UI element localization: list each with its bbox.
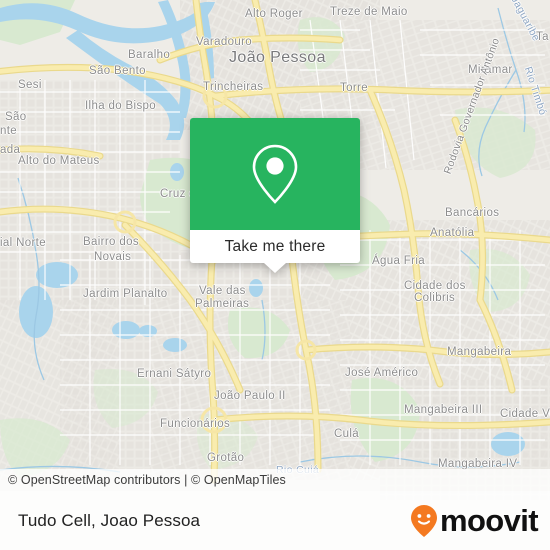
- map-pin-icon: [252, 144, 298, 204]
- moovit-brand[interactable]: moovit: [409, 504, 550, 538]
- map-screen: Alto Roger Treze de Maio Varadouro Baralho J…: [0, 0, 550, 550]
- attribution-text[interactable]: © OpenStreetMap contributors | © OpenMap…: [0, 473, 286, 487]
- map-attribution-bar: © OpenStreetMap contributors | © OpenMap…: [0, 469, 550, 491]
- moovit-pin-smiley-icon: [410, 504, 437, 537]
- popup-image-area: [190, 118, 360, 230]
- take-me-there-button[interactable]: Take me there: [190, 230, 360, 273]
- map-canvas[interactable]: Alto Roger Treze de Maio Varadouro Baralho J…: [0, 0, 550, 550]
- map-tiles: [0, 0, 550, 550]
- moovit-wordmark: moovit: [439, 503, 539, 538]
- popup-tail: [264, 263, 286, 273]
- bottom-info-bar: Tudo Cell, Joao Pessoa moovit: [0, 491, 550, 550]
- location-popup-card[interactable]: Take me there: [190, 118, 360, 273]
- place-title: Tudo Cell, Joao Pessoa: [18, 510, 201, 530]
- take-me-there-label: Take me there: [224, 237, 326, 255]
